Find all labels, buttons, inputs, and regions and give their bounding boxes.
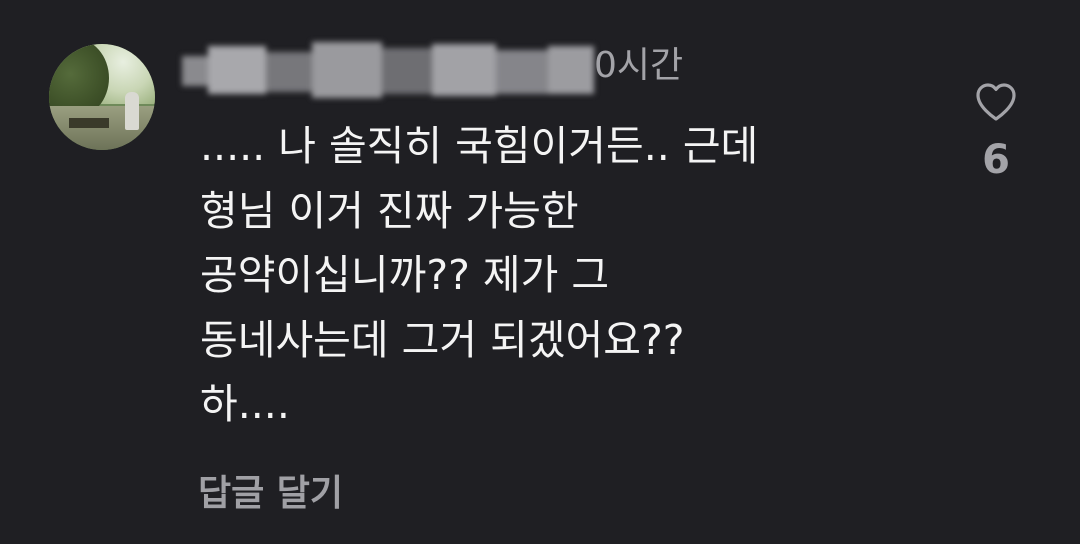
avatar[interactable] — [49, 44, 155, 150]
avatar-ground — [49, 106, 155, 150]
avatar-person — [125, 92, 139, 130]
comment-line: ..... 나 솔직히 국힘이거든.. 근데 — [200, 122, 759, 170]
comment-line: 하.... — [200, 380, 290, 428]
like-count: 6 — [982, 137, 1010, 183]
comment-time: 0시간 — [594, 45, 684, 86]
comment: 0시간 ..... 나 솔직히 국힘이거든.. 근데 형님 이거 진짜 가능한 … — [0, 0, 1080, 544]
comment-body: ..... 나 솔직히 국힘이거든.. 근데 형님 이거 진짜 가능한 공약이십… — [200, 114, 920, 437]
reply-button[interactable]: 답글 달기 — [198, 466, 343, 522]
heart-outline-icon[interactable] — [972, 78, 1020, 126]
like-area: 6 — [960, 78, 1032, 184]
comment-line: 공약이십니까?? 제가 그 — [200, 251, 610, 299]
avatar-bench — [69, 118, 109, 128]
comment-line: 형님 이거 진짜 가능한 — [200, 186, 579, 235]
comment-line: 동네사는데 그거 되겠어요?? — [200, 315, 685, 364]
username-redacted[interactable] — [182, 42, 594, 100]
